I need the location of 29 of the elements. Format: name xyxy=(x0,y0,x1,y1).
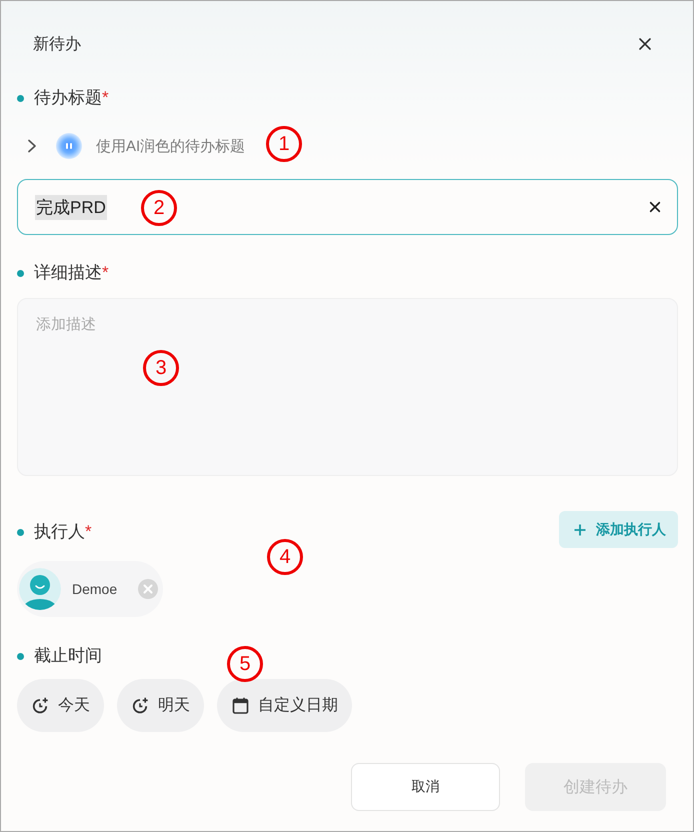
plus-icon xyxy=(574,524,586,536)
chevron-icon[interactable] xyxy=(27,139,37,153)
clock-plus-icon xyxy=(132,697,149,714)
bullet-dot-icon xyxy=(17,652,24,660)
calendar-icon xyxy=(232,697,249,714)
annotation-marker: 5 xyxy=(227,646,263,682)
section-label: 截止时间 xyxy=(34,645,102,667)
bullet-dot-icon xyxy=(17,528,24,536)
ai-suggestion-text[interactable]: 使用AI润色的待办标题 xyxy=(96,136,246,156)
clear-icon[interactable] xyxy=(649,201,661,213)
assignee-name: Demoe xyxy=(72,581,118,597)
cancel-button[interactable]: 取消 xyxy=(351,763,500,811)
ai-orb-icon xyxy=(56,133,82,159)
section-label: 详细描述* xyxy=(34,262,109,284)
deadline-option[interactable]: 明天 xyxy=(117,679,204,732)
bullet-dot-icon xyxy=(17,270,24,276)
dialog-title: 新待办 xyxy=(33,34,81,54)
close-icon[interactable] xyxy=(638,37,652,51)
deadline-option[interactable]: 今天 xyxy=(17,679,104,732)
annotation-marker: 4 xyxy=(267,539,303,575)
section-label: 执行人* xyxy=(34,521,92,543)
annotation-marker: 2 xyxy=(141,190,177,226)
deadline-option[interactable]: 自定义日期 xyxy=(217,679,352,732)
annotation-marker: 3 xyxy=(143,350,179,386)
title-value: 完成PRD xyxy=(35,194,107,220)
bullet-dot-icon xyxy=(17,94,24,102)
annotation-marker: 1 xyxy=(266,126,302,162)
clock-plus-icon xyxy=(32,697,49,714)
section-label: 待办标题* xyxy=(34,87,109,109)
